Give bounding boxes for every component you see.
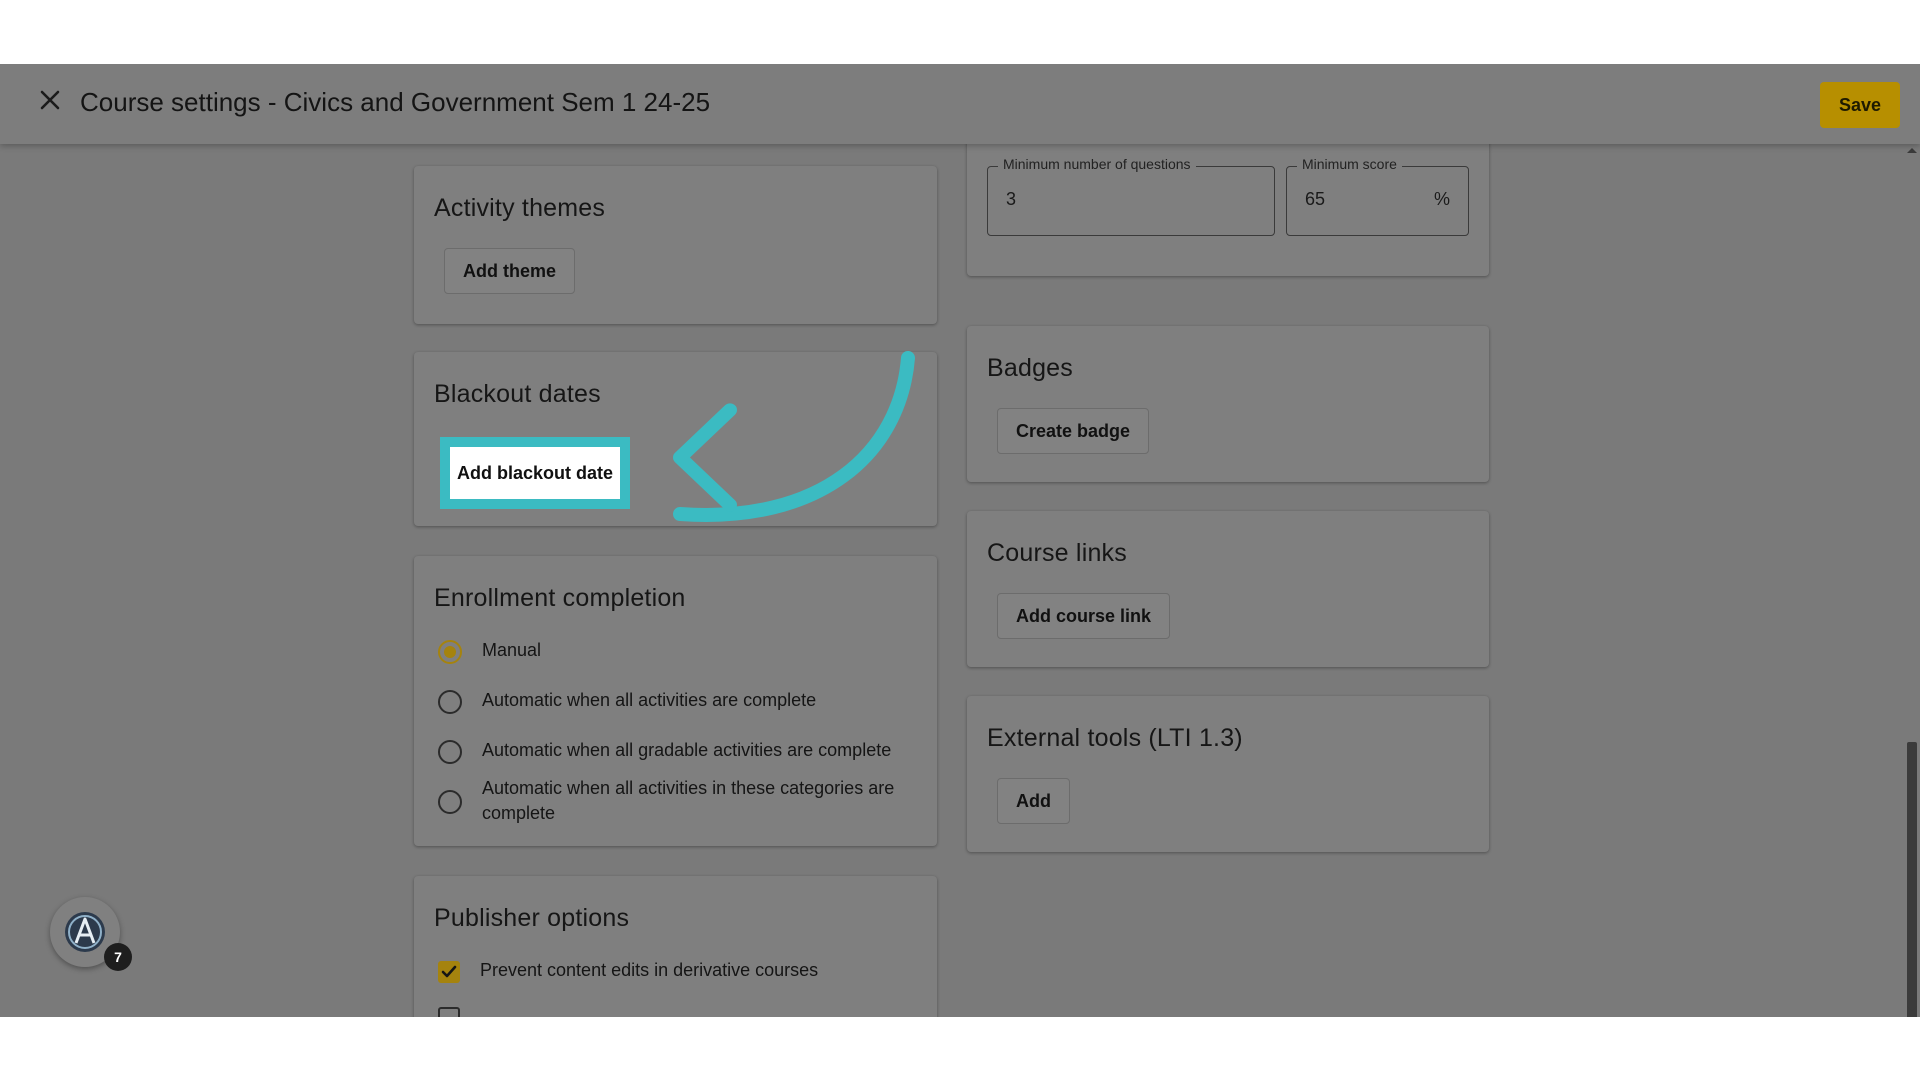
add-blackout-date-label: Add blackout date [456, 463, 613, 483]
create-badge-button[interactable]: Create badge [997, 408, 1150, 454]
radio-button[interactable] [438, 740, 462, 764]
radio-option-all-activities[interactable]: Automatic when all activities are comple… [438, 688, 902, 714]
min-questions-field[interactable]: Minimum number of questions 3 [987, 156, 1275, 236]
page-title: Course settings - Civics and Government … [80, 87, 711, 117]
checkbox-second-option[interactable] [438, 1004, 460, 1017]
scroll-thumb[interactable] [1907, 742, 1917, 1017]
external-tools-card: External tools (LTI 1.3) Add [967, 696, 1489, 852]
settings-content: Activity themes Add theme Blackout dates… [0, 124, 1904, 1017]
external-tools-heading: External tools (LTI 1.3) [987, 724, 1243, 752]
add-external-tool-button[interactable]: Add [997, 778, 1070, 824]
radio-label: Manual [482, 640, 542, 660]
scroll-down-icon[interactable] [1907, 1006, 1917, 1011]
percent-suffix: % [1433, 189, 1450, 209]
add-course-link-button[interactable]: Add course link [997, 593, 1171, 639]
close-icon[interactable] [36, 86, 64, 114]
field-label: Minimum score [1297, 156, 1402, 172]
checkbox-prevent-edits[interactable]: Prevent content edits in derivative cour… [438, 958, 900, 983]
enrollment-completion-heading: Enrollment completion [434, 584, 686, 612]
radio-label: Automatic when all activities are comple… [482, 690, 817, 710]
activity-themes-heading: Activity themes [434, 194, 606, 222]
blackout-dates-heading: Blackout dates [434, 380, 601, 408]
field-label: Minimum number of questions [998, 156, 1196, 172]
radio-option-categories[interactable]: Automatic when all activities in these c… [438, 776, 902, 826]
radio-option-manual[interactable]: Manual [438, 638, 902, 664]
tutorial-arrow-icon [673, 351, 915, 522]
scroll-up-icon[interactable] [1907, 148, 1917, 153]
header-bar: Course settings - Civics and Government … [0, 64, 1920, 144]
field-value: 65 [1305, 189, 1326, 209]
app-window: Course settings - Civics and Government … [0, 64, 1920, 1017]
radio-label: Automatic when all gradable activities a… [482, 740, 892, 760]
activity-themes-card: Activity themes Add theme [414, 166, 937, 324]
add-theme-button[interactable]: Add theme [444, 248, 576, 294]
min-score-field[interactable]: Minimum score 65 % [1286, 156, 1469, 236]
radio-button[interactable] [438, 790, 462, 814]
scrollbar[interactable] [1904, 144, 1920, 1017]
radio-button-selected[interactable] [438, 640, 462, 664]
radio-button[interactable] [438, 690, 462, 714]
publisher-options-card: Publisher options Prevent content edits … [414, 876, 937, 1017]
field-value: 3 [1006, 189, 1017, 209]
assistant-launcher[interactable]: 7 [50, 897, 132, 971]
mastery-settings-card: Minimum number of questions 3 Minimum sc… [967, 124, 1489, 276]
check-icon [441, 965, 457, 978]
checkbox-label: Prevent content edits in derivative cour… [480, 960, 819, 980]
enrollment-completion-card: Enrollment completion Manual Automatic w… [414, 556, 937, 846]
badges-card: Badges Create badge [967, 326, 1489, 482]
course-links-card: Course links Add course link [967, 511, 1489, 667]
checkbox-unchecked[interactable] [438, 1007, 460, 1017]
radio-label: Automatic when all activities in these c… [482, 778, 895, 823]
publisher-options-heading: Publisher options [434, 904, 630, 932]
save-button[interactable]: Save [1820, 82, 1900, 128]
notification-badge: 7 [104, 943, 132, 971]
add-blackout-date-button[interactable]: Add blackout date [440, 437, 630, 509]
badges-heading: Badges [987, 354, 1073, 382]
checkbox-checked[interactable] [438, 961, 460, 983]
radio-option-gradable-activities[interactable]: Automatic when all gradable activities a… [438, 738, 902, 764]
course-links-heading: Course links [987, 539, 1127, 567]
